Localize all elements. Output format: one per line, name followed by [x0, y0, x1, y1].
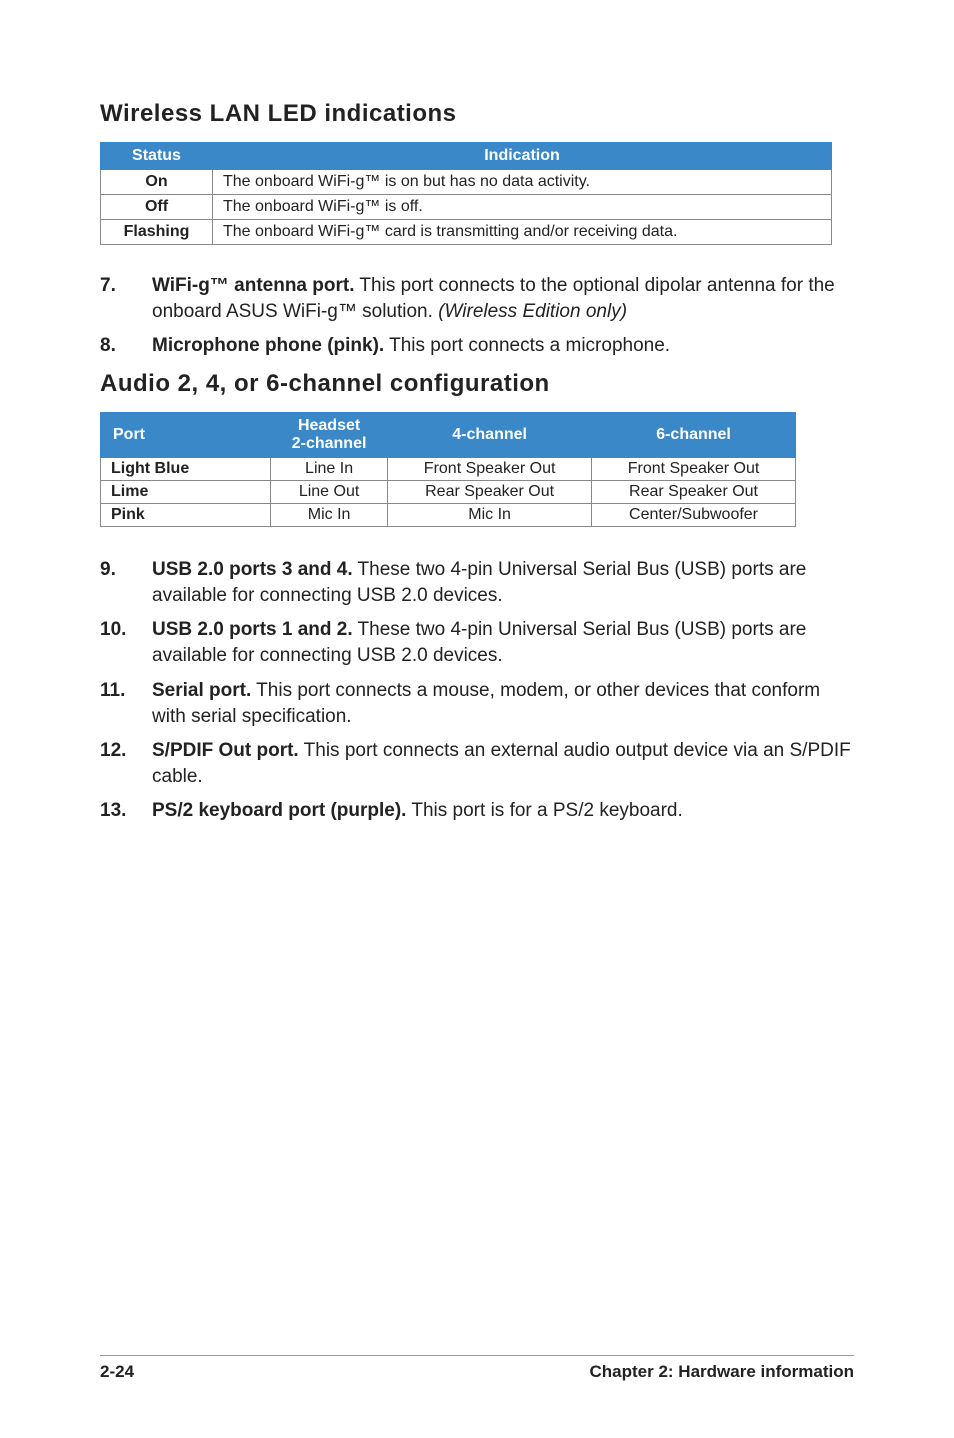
th-indication: Indication: [213, 143, 832, 170]
item-body: Serial port. This port connects a mouse,…: [152, 678, 854, 730]
th-status: Status: [101, 143, 213, 170]
th-headset: Headset2-channel: [271, 412, 388, 457]
item-body: USB 2.0 ports 3 and 4. These two 4-pin U…: [152, 557, 854, 609]
item-title: PS/2 keyboard port (purple).: [152, 800, 406, 821]
cell: Rear Speaker Out: [592, 480, 796, 503]
th-headset-sub: 2-channel: [277, 435, 381, 453]
chapter-title: Chapter 2: Hardware information: [590, 1362, 855, 1382]
cell: Line In: [271, 457, 388, 480]
item-number: 8.: [100, 333, 132, 359]
th-4channel: 4-channel: [388, 412, 592, 457]
cell-status: Off: [101, 195, 213, 220]
table-row: Lime Line Out Rear Speaker Out Rear Spea…: [101, 480, 796, 503]
page-number: 2-24: [100, 1362, 134, 1382]
item-number: 12.: [100, 738, 132, 790]
cell-indication: The onboard WiFi-g™ is on but has no dat…: [213, 170, 832, 195]
heading-wireless-led: Wireless LAN LED indications: [100, 100, 854, 128]
cell: Center/Subwoofer: [592, 503, 796, 526]
item-note: (Wireless Edition only): [438, 301, 627, 322]
cell: Mic In: [271, 503, 388, 526]
item-title: USB 2.0 ports 1 and 2.: [152, 619, 353, 640]
item-number: 10.: [100, 617, 132, 669]
item-body: USB 2.0 ports 1 and 2. These two 4-pin U…: [152, 617, 854, 669]
item-body: PS/2 keyboard port (purple). This port i…: [152, 798, 854, 824]
page-footer: 2-24 Chapter 2: Hardware information: [100, 1355, 854, 1382]
cell-indication: The onboard WiFi-g™ card is transmitting…: [213, 220, 832, 245]
cell-port: Light Blue: [101, 457, 271, 480]
item-body: WiFi-g™ antenna port. This port connects…: [152, 273, 854, 325]
list-item-10: 10. USB 2.0 ports 1 and 2. These two 4-p…: [100, 617, 854, 669]
list-item-7: 7. WiFi-g™ antenna port. This port conne…: [100, 273, 854, 325]
item-number: 11.: [100, 678, 132, 730]
item-text: This port connects a mouse, modem, or ot…: [152, 680, 820, 727]
list-item-13: 13. PS/2 keyboard port (purple). This po…: [100, 798, 854, 824]
item-number: 13.: [100, 798, 132, 824]
cell: Mic In: [388, 503, 592, 526]
item-text: This port connects a microphone.: [384, 335, 670, 356]
list-item-12: 12. S/PDIF Out port. This port connects …: [100, 738, 854, 790]
item-body: S/PDIF Out port. This port connects an e…: [152, 738, 854, 790]
th-6channel: 6-channel: [592, 412, 796, 457]
cell-status: Flashing: [101, 220, 213, 245]
item-number: 7.: [100, 273, 132, 325]
cell-indication: The onboard WiFi-g™ is off.: [213, 195, 832, 220]
list-item-9: 9. USB 2.0 ports 3 and 4. These two 4-pi…: [100, 557, 854, 609]
cell: Front Speaker Out: [388, 457, 592, 480]
item-number: 9.: [100, 557, 132, 609]
table-audio-config: Port Headset2-channel 4-channel 6-channe…: [100, 412, 796, 527]
cell: Line Out: [271, 480, 388, 503]
cell-port: Lime: [101, 480, 271, 503]
cell: Rear Speaker Out: [388, 480, 592, 503]
cell: Front Speaker Out: [592, 457, 796, 480]
table-wireless-led: Status Indication On The onboard WiFi-g™…: [100, 142, 832, 245]
heading-audio-config: Audio 2, 4, or 6-channel configuration: [100, 370, 854, 398]
table-row: Pink Mic In Mic In Center/Subwoofer: [101, 503, 796, 526]
list-item-8: 8. Microphone phone (pink). This port co…: [100, 333, 854, 359]
th-port: Port: [101, 412, 271, 457]
item-body: Microphone phone (pink). This port conne…: [152, 333, 854, 359]
item-title: Serial port.: [152, 680, 251, 701]
cell-status: On: [101, 170, 213, 195]
item-title: S/PDIF Out port.: [152, 740, 299, 761]
table-row: Off The onboard WiFi-g™ is off.: [101, 195, 832, 220]
table-row: Light Blue Line In Front Speaker Out Fro…: [101, 457, 796, 480]
list-item-11: 11. Serial port. This port connects a mo…: [100, 678, 854, 730]
th-headset-main: Headset: [298, 417, 360, 434]
item-text: This port is for a PS/2 keyboard.: [406, 800, 682, 821]
table-row: On The onboard WiFi-g™ is on but has no …: [101, 170, 832, 195]
cell-port: Pink: [101, 503, 271, 526]
item-title: USB 2.0 ports 3 and 4.: [152, 559, 353, 580]
table-row: Flashing The onboard WiFi-g™ card is tra…: [101, 220, 832, 245]
item-title: Microphone phone (pink).: [152, 335, 384, 356]
item-title: WiFi-g™ antenna port.: [152, 275, 354, 296]
